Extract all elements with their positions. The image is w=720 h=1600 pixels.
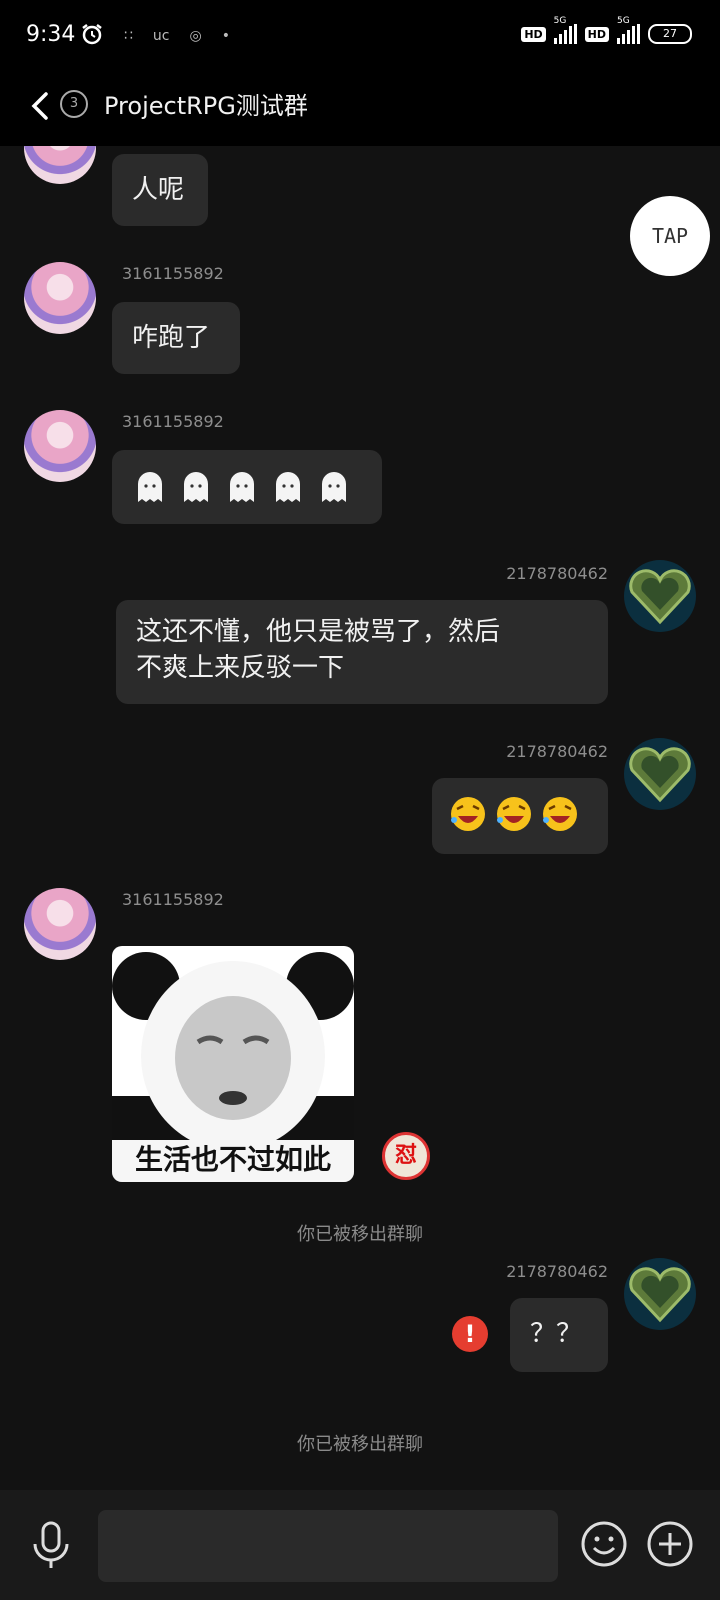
- sender-id: 2178780462: [506, 564, 608, 583]
- laugh-cry-emoji-icon: [497, 797, 531, 831]
- uc-icon: uc: [152, 28, 170, 44]
- ghost-emoji-icon: [184, 472, 208, 502]
- sender-id: 3161155892: [122, 890, 224, 909]
- laugh-cry-emoji-icon: [451, 797, 485, 831]
- dot-icon: •: [221, 28, 230, 44]
- message-text-line: 这还不懂，他只是被骂了，然后: [136, 617, 501, 647]
- laugh-cry-emoji-icon: [543, 797, 577, 831]
- chat-header: 3 ProjectRPG测试群: [0, 72, 720, 146]
- network-type: 5G: [617, 16, 630, 26]
- app-icon: ◎: [189, 28, 202, 44]
- network-type: 5G: [553, 16, 567, 26]
- avatar[interactable]: [24, 888, 96, 960]
- system-notice: 你已被移出群聊: [297, 1434, 423, 1455]
- sender-id: 3161155892: [122, 412, 224, 431]
- message-text: 咋跑了: [132, 323, 211, 353]
- signal-icon: 5G: [553, 16, 577, 44]
- message-bubble[interactable]: [112, 450, 382, 524]
- sender-id: 2178780462: [506, 1262, 608, 1281]
- system-notice: 你已被移出群聊: [297, 1224, 423, 1245]
- message-text: ？？: [530, 1319, 583, 1349]
- avatar[interactable]: [624, 1258, 696, 1330]
- signal-icon: 5G: [617, 16, 640, 44]
- input-bar: [0, 1490, 720, 1600]
- message-bubble[interactable]: ？？: [510, 1298, 608, 1372]
- status-time: 9:34: [26, 22, 76, 47]
- message-text: 人呢: [132, 175, 185, 205]
- sticker-image[interactable]: 生活也不过如此: [112, 946, 354, 1182]
- floating-tap-button[interactable]: TAP: [630, 196, 710, 276]
- sender-id: 3161155892: [122, 264, 224, 283]
- avatar[interactable]: [624, 560, 696, 632]
- back-arrow-icon[interactable]: [26, 86, 56, 126]
- avatar[interactable]: [24, 410, 96, 482]
- ghost-emoji-icon: [276, 472, 300, 502]
- plus-icon[interactable]: [646, 1520, 694, 1568]
- alarm-icon: [80, 22, 104, 50]
- sticker-caption: 生活也不过如此: [134, 1143, 331, 1176]
- send-failed-icon[interactable]: !: [452, 1316, 488, 1352]
- battery-icon: 27: [648, 24, 692, 44]
- unread-count-badge: 3: [60, 90, 88, 118]
- ghost-emoji-icon: [322, 472, 346, 502]
- message-bubble[interactable]: 人呢: [112, 154, 208, 226]
- message-bubble[interactable]: 咋跑了: [112, 302, 240, 374]
- reaction-badge[interactable]: 怼: [382, 1132, 430, 1180]
- app-icon: ∷: [124, 28, 133, 44]
- status-bar: 9:34 ∷ uc ◎ • HD 5G HD 5G 27: [0, 0, 720, 72]
- sender-id: 2178780462: [506, 742, 608, 761]
- ghost-emoji-icon: [230, 472, 254, 502]
- avatar[interactable]: [624, 738, 696, 810]
- message-text-line: 不爽上来反驳一下: [136, 653, 345, 683]
- emoji-icon[interactable]: [580, 1520, 628, 1568]
- microphone-icon[interactable]: [28, 1520, 74, 1570]
- message-input[interactable]: [98, 1510, 558, 1582]
- status-right: HD 5G HD 5G 27: [521, 16, 692, 44]
- message-list[interactable]: 人呢 3161155892 咋跑了 3161155892 2178780462 …: [0, 146, 720, 1490]
- status-left-icons: ∷ uc ◎ •: [80, 22, 230, 50]
- page-title[interactable]: ProjectRPG测试群: [104, 86, 308, 121]
- ghost-emoji-icon: [138, 472, 162, 502]
- message-bubble[interactable]: [432, 778, 608, 854]
- hd-badge: HD: [521, 26, 546, 42]
- hd-badge: HD: [584, 26, 609, 42]
- message-bubble[interactable]: 这还不懂，他只是被骂了，然后 不爽上来反驳一下: [116, 600, 608, 704]
- avatar[interactable]: [24, 262, 96, 334]
- avatar[interactable]: [24, 146, 96, 184]
